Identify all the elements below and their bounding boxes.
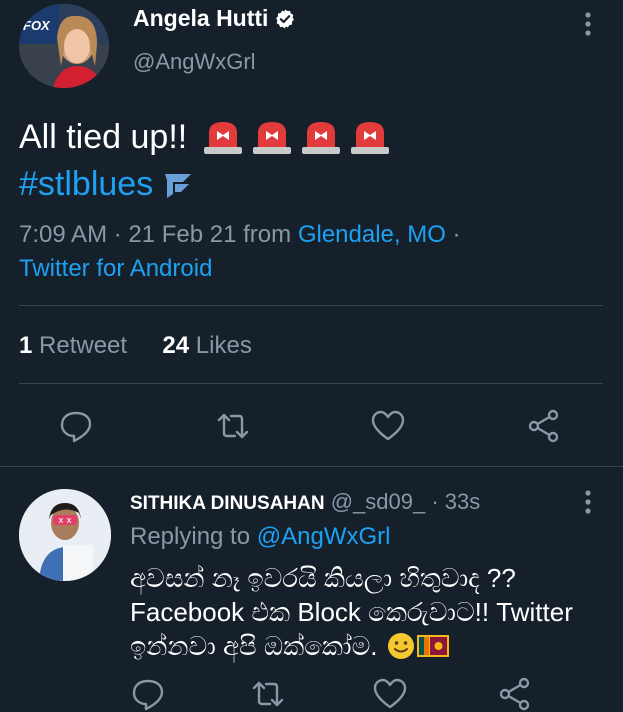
replying-prefix: Replying to xyxy=(130,523,257,550)
tweet-time: 7:09 AM · 21 Feb 21 from xyxy=(19,221,298,248)
hashtag-row: #stlblues xyxy=(19,165,197,204)
divider xyxy=(19,305,603,306)
reply-text-line: ඉන්නවා අපි ඔක්කෝම. xyxy=(130,631,378,661)
reply-author-avatar[interactable]: x x xyxy=(19,489,111,581)
reply-text-line: Facebook එක Block කෙරුවාට!! Twitter xyxy=(130,597,573,627)
reply-author-handle[interactable]: @_sd09_ xyxy=(331,489,426,514)
reply-header: SITHIKA DINUSAHAN @_sd09_ · 33s xyxy=(130,489,480,515)
siren-emoji xyxy=(204,122,243,154)
reply-author-name[interactable]: SITHIKA DINUSAHAN xyxy=(130,493,325,514)
share-icon[interactable] xyxy=(526,408,562,444)
retweet-stat[interactable]: 1 Retweet xyxy=(19,332,127,359)
siren-emoji xyxy=(351,122,390,154)
author-handle[interactable]: @AngWxGrl xyxy=(133,49,256,75)
like-icon[interactable] xyxy=(370,408,406,444)
reply-text: අවසන් නෑ ඉවරයි කියලා හිතුවාද ?? Facebook… xyxy=(130,561,610,663)
more-icon[interactable] xyxy=(578,487,598,517)
blues-note-icon xyxy=(165,173,192,198)
author-avatar[interactable]: FOX xyxy=(19,4,109,88)
divider xyxy=(0,466,623,467)
replying-to: Replying to @AngWxGrl xyxy=(130,523,390,551)
verified-icon xyxy=(276,8,295,29)
more-icon[interactable] xyxy=(578,9,598,39)
svg-text:x x: x x xyxy=(58,516,72,526)
retweet-label: Retweet xyxy=(39,332,128,359)
location-link[interactable]: Glendale, MO xyxy=(298,221,446,248)
tweet-text: All tied up!! xyxy=(19,118,188,156)
like-icon[interactable] xyxy=(372,676,408,712)
like-stat[interactable]: 24 Likes xyxy=(162,332,251,359)
divider xyxy=(19,383,603,384)
hashtag-link[interactable]: #stlblues xyxy=(19,165,153,204)
meta-separator: · xyxy=(445,221,461,248)
retweet-icon[interactable] xyxy=(250,676,286,712)
reply-text-line-3: ඉන්නවා අපි ඔක්කෝම. xyxy=(130,629,610,663)
retweet-count: 1 xyxy=(19,332,33,359)
author-name[interactable]: Angela Hutti xyxy=(133,5,268,32)
tweet-text-row: All tied up!! xyxy=(19,117,391,157)
source-link[interactable]: Twitter for Android xyxy=(19,255,212,283)
like-label: Likes xyxy=(195,332,252,359)
tweet-meta: 7:09 AM · 21 Feb 21 from Glendale, MO · xyxy=(19,221,461,249)
sri-lanka-flag-emoji xyxy=(417,635,450,657)
author-name-row[interactable]: Angela Hutti xyxy=(133,5,296,32)
engagement-stats: 1 Retweet 24 Likes xyxy=(19,332,252,360)
reply-icon[interactable] xyxy=(130,676,166,712)
replying-handle-link[interactable]: @AngWxGrl xyxy=(257,523,391,550)
smiley-emoji xyxy=(388,633,415,659)
avatar-logo: FOX xyxy=(23,18,50,33)
like-count: 24 xyxy=(162,332,190,359)
siren-emoji xyxy=(253,122,292,154)
share-icon[interactable] xyxy=(497,676,533,712)
reply-time: · 33s xyxy=(431,489,481,514)
siren-emoji xyxy=(302,122,341,154)
retweet-icon[interactable] xyxy=(215,408,251,444)
reply-text-line: අවසන් නෑ ඉවරයි කියලා හිතුවාද ?? xyxy=(130,563,516,593)
reply-icon[interactable] xyxy=(58,408,94,444)
